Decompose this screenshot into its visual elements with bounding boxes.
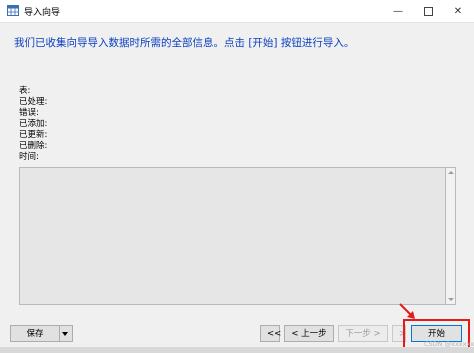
back-button[interactable]: < 上一步 bbox=[284, 325, 334, 342]
watermark-text: CSDN @xxxxxx bbox=[424, 340, 474, 348]
scroll-down-icon[interactable] bbox=[448, 298, 454, 301]
close-button[interactable]: ✕ bbox=[443, 0, 473, 22]
stat-updated-label: 已更新: bbox=[19, 130, 48, 140]
save-button[interactable]: 保存 bbox=[10, 325, 60, 342]
title-bar: 导入向导 — ✕ bbox=[0, 0, 474, 23]
stat-tables-label: 表: bbox=[19, 86, 31, 96]
annotation-arrow-icon bbox=[399, 303, 415, 319]
first-step-button[interactable]: << bbox=[260, 325, 281, 342]
dropdown-arrow-icon bbox=[62, 332, 68, 336]
next-button[interactable]: 下一步 > bbox=[338, 325, 388, 342]
stat-added-label: 已添加: bbox=[19, 119, 48, 129]
log-scrollbar[interactable] bbox=[446, 167, 456, 305]
close-icon: ✕ bbox=[453, 5, 463, 17]
bottom-strip bbox=[0, 347, 474, 353]
stat-processed-label: 已处理: bbox=[19, 97, 48, 107]
instruction-text: 我们已收集向导导入数据时所需的全部信息。点击 [开始] 按钮进行导入。 bbox=[14, 37, 355, 49]
minimize-icon: — bbox=[393, 5, 403, 17]
maximize-button[interactable] bbox=[413, 0, 443, 22]
scroll-up-icon[interactable] bbox=[448, 171, 454, 174]
table-grid-icon bbox=[7, 5, 19, 16]
window-title: 导入向导 bbox=[24, 8, 61, 18]
stat-errors-label: 错误: bbox=[19, 108, 39, 118]
import-stats: 表: 已处理: 错误: 已添加: 已更新: 已删除: 时间: bbox=[19, 86, 47, 163]
minimize-button[interactable]: — bbox=[383, 0, 413, 22]
import-log-area[interactable] bbox=[19, 167, 446, 305]
save-dropdown-button[interactable] bbox=[59, 325, 73, 342]
stat-time-label: 时间: bbox=[19, 152, 39, 162]
stat-deleted-label: 已删除: bbox=[19, 141, 48, 151]
maximize-icon bbox=[423, 6, 433, 16]
